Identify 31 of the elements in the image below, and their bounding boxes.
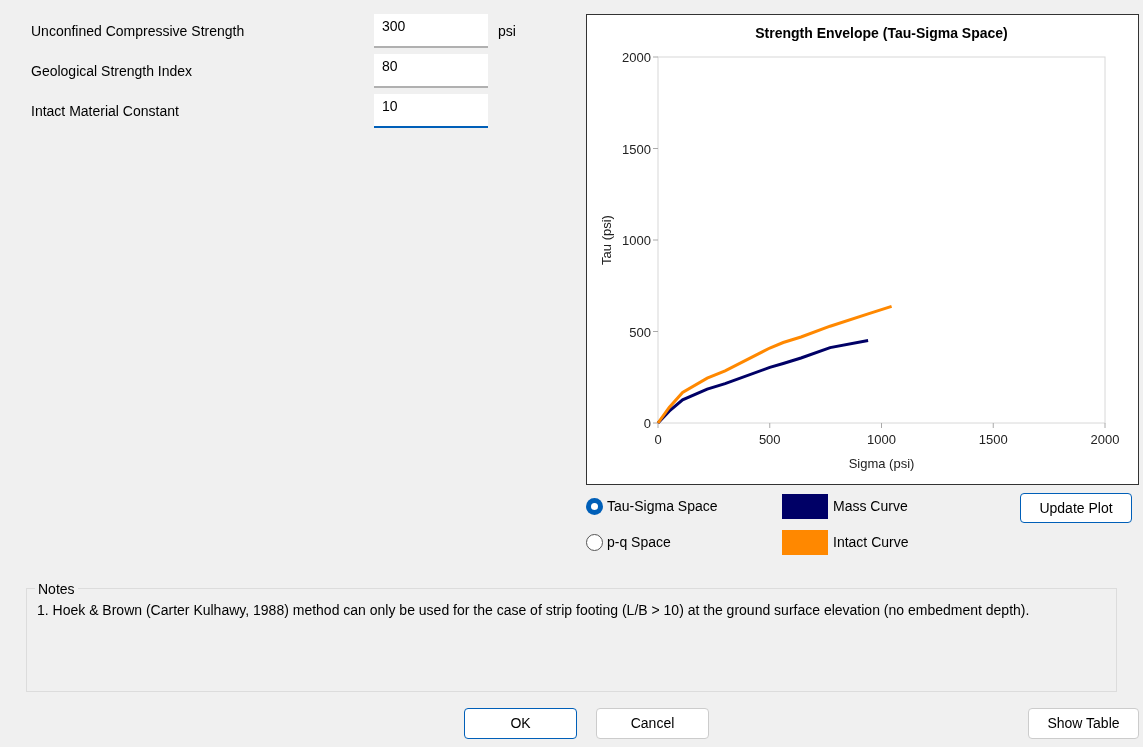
radio-option[interactable]: p-q Space xyxy=(586,529,782,555)
input-field[interactable]: 300 xyxy=(374,14,488,48)
field-label: Unconfined Compressive Strength xyxy=(31,21,246,41)
ok-button[interactable]: OK xyxy=(464,708,577,739)
chart-title: Strength Envelope (Tau-Sigma Space) xyxy=(755,25,1008,41)
x-tick-label: 2000 xyxy=(1090,432,1120,447)
y-tick-label: 1500 xyxy=(622,141,651,157)
show-table-button[interactable]: Show Table xyxy=(1028,708,1139,739)
input-field[interactable]: 10 xyxy=(374,94,488,128)
legend-label: Mass Curve xyxy=(833,496,908,516)
y-axis-label: Tau (psi) xyxy=(599,215,614,265)
x-tick-label: 1500 xyxy=(978,432,1008,447)
x-tick-label: 0 xyxy=(654,432,662,447)
x-tick-label: 1000 xyxy=(867,432,896,447)
unit-label: psi xyxy=(498,21,516,41)
field-label: Geological Strength Index xyxy=(31,61,194,81)
notes-text: 1. Hoek & Brown (Carter Kulhawy, 1988) method can only be used for the case of strip footing (L/B > 10) at the ground surface elevation (no embedment depth). xyxy=(37,601,1031,620)
field-label: Intact Material Constant xyxy=(31,101,180,121)
x-axis-label: Sigma (psi) xyxy=(848,456,915,471)
radio-icon xyxy=(586,497,603,515)
radio-icon xyxy=(586,533,603,551)
y-tick-label: 0 xyxy=(643,416,651,431)
y-tick-label: 2000 xyxy=(622,50,651,65)
radio-option[interactable]: Tau-Sigma Space xyxy=(586,493,782,519)
input-field[interactable]: 80 xyxy=(374,54,488,88)
y-tick-label: 500 xyxy=(629,324,651,340)
cancel-button[interactable]: Cancel xyxy=(596,708,709,739)
x-tick-label: 500 xyxy=(758,432,781,447)
y-tick-label: 1000 xyxy=(622,233,651,248)
update-plot-button[interactable]: Update Plot xyxy=(1020,493,1132,523)
legend-label: Intact Curve xyxy=(833,532,909,552)
